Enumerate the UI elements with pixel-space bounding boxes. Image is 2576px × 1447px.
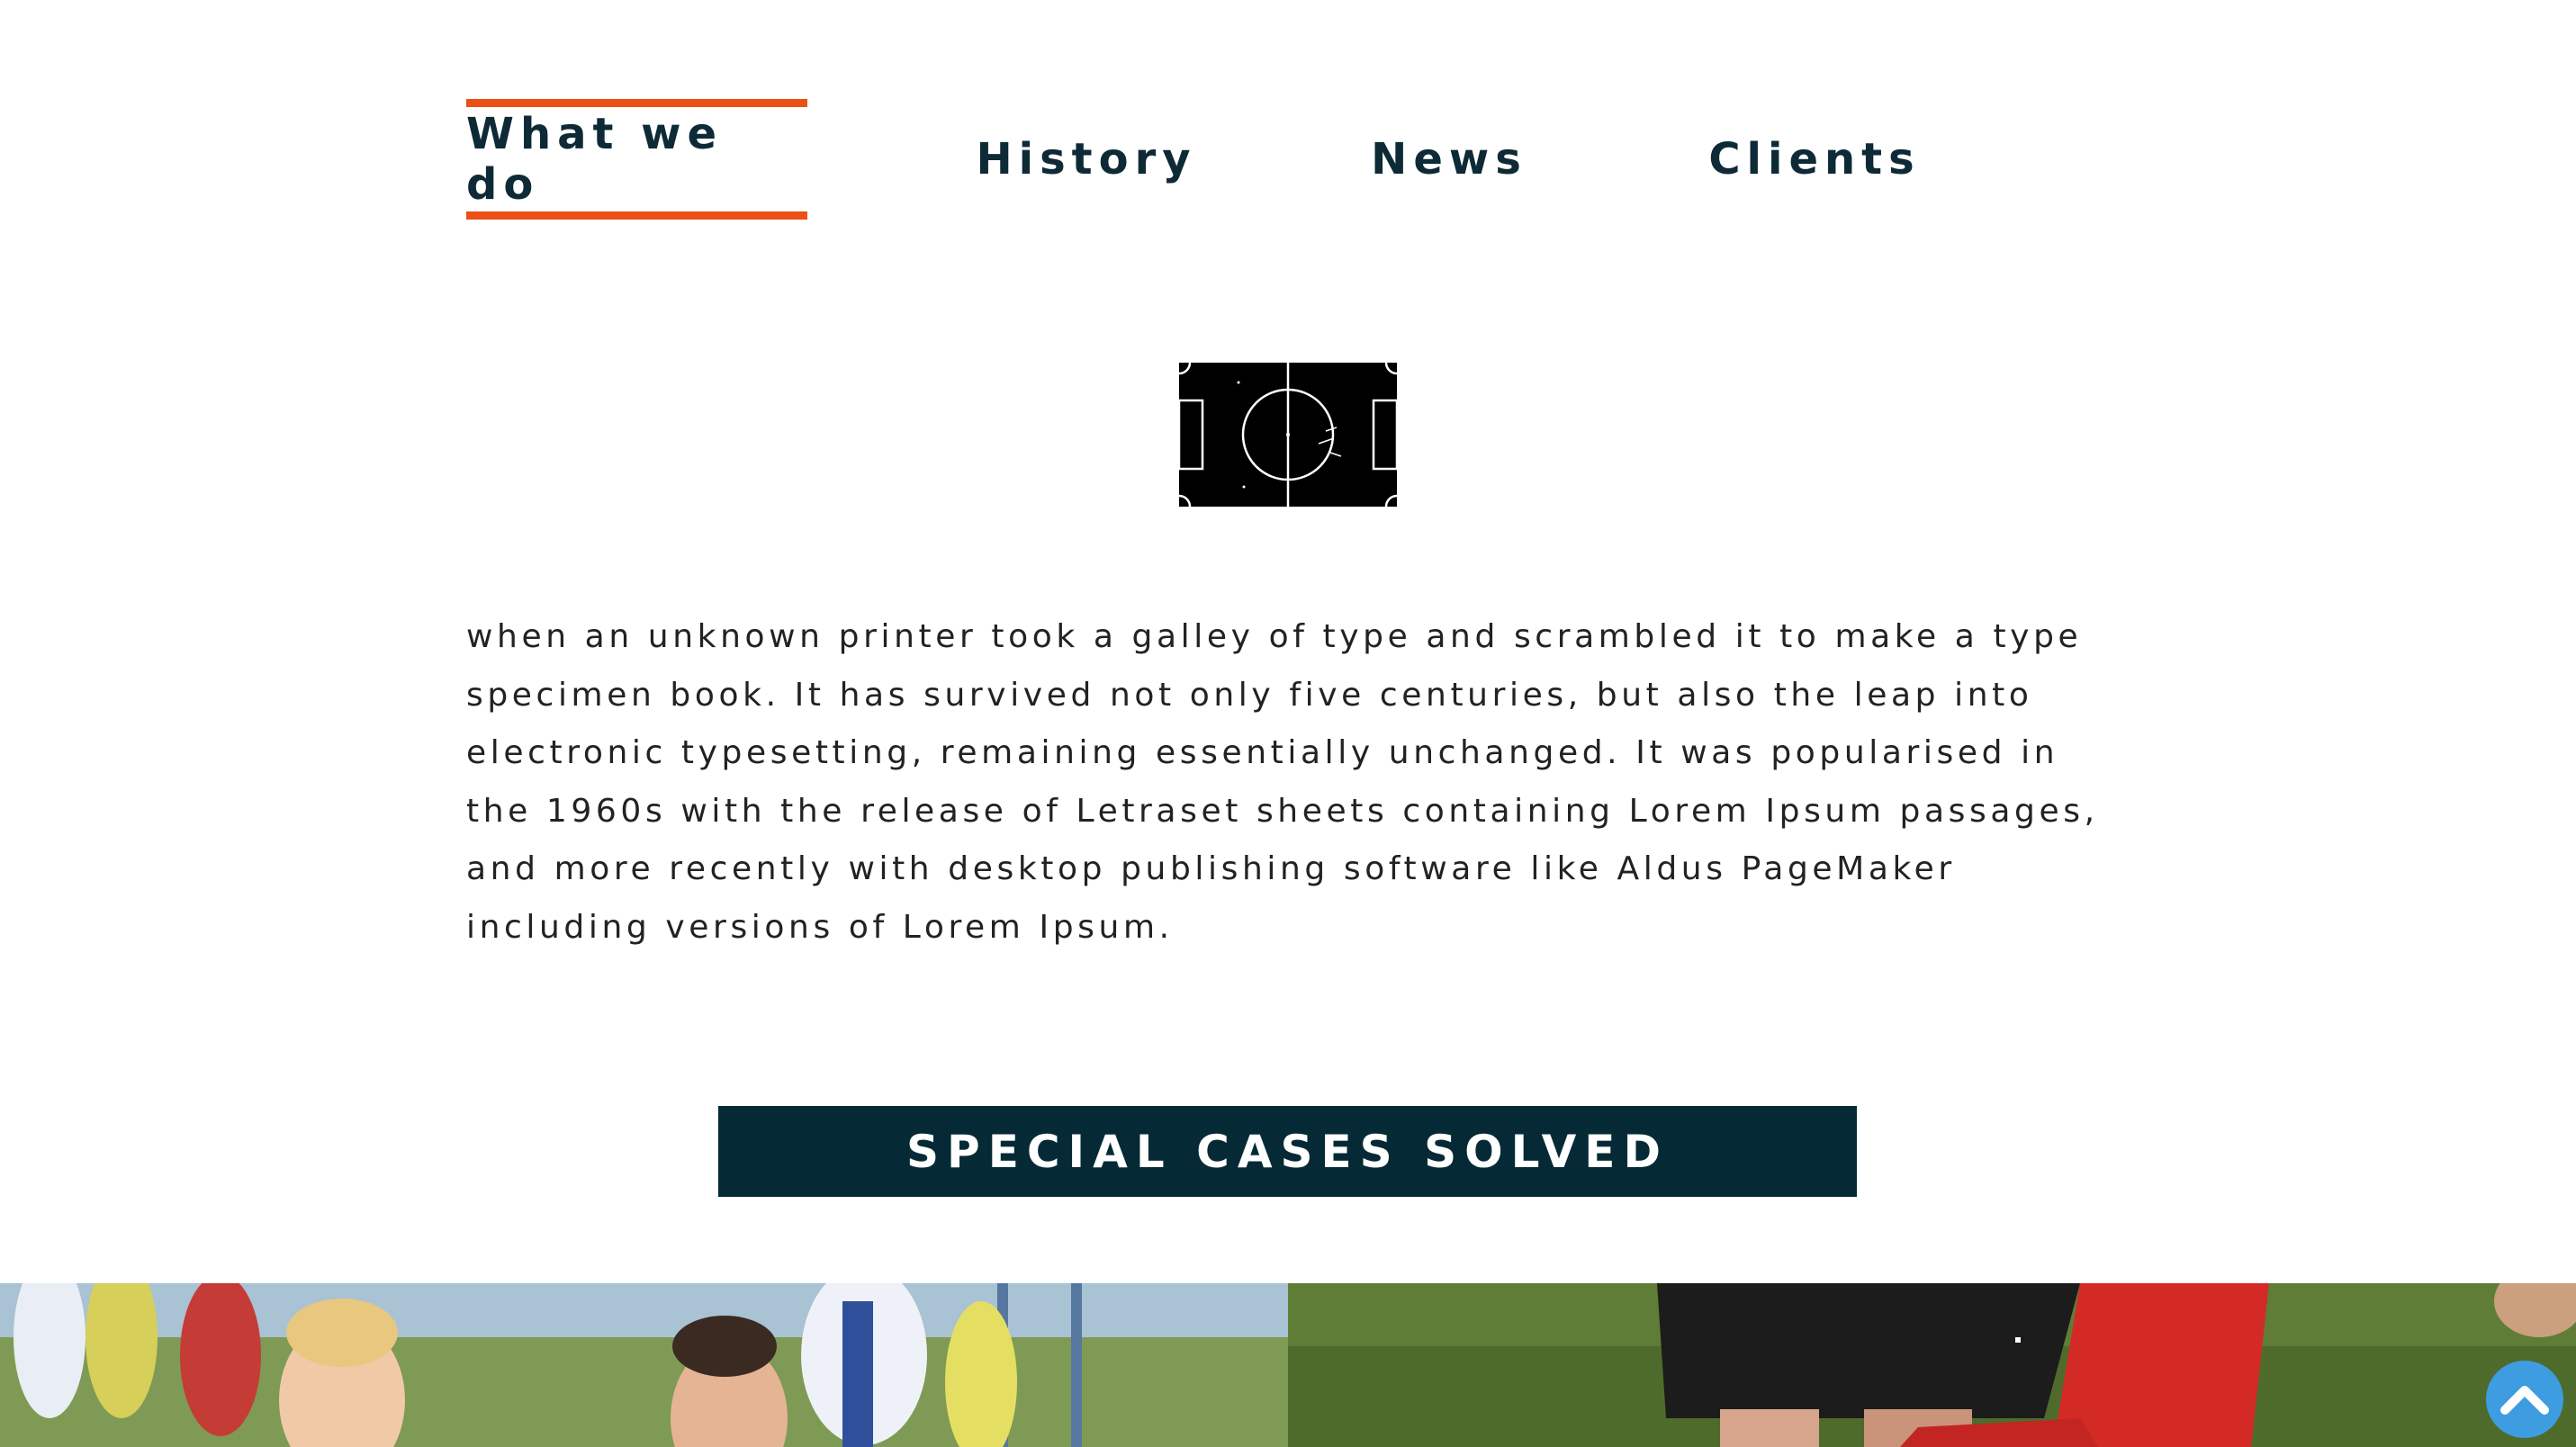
tab-what-we-do[interactable]: What we do [466,99,807,220]
soccer-photo-right [1288,1283,2576,1447]
tab-clients[interactable]: Clients [1701,99,1928,220]
scroll-to-top-button[interactable] [2486,1361,2563,1438]
soccer-photo-left [0,1283,1288,1447]
tab-news[interactable]: News [1359,99,1539,220]
tab-history[interactable]: History [972,99,1201,220]
soccer-field-icon [1177,362,1399,508]
section-tabs: What we do History News Clients [0,0,2576,234]
chevron-up-icon [2500,1386,2549,1415]
special-cases-button[interactable]: SPECIAL CASES SOLVED [718,1106,1857,1197]
body-paragraph: when an unknown printer took a galley of… [466,618,2099,946]
